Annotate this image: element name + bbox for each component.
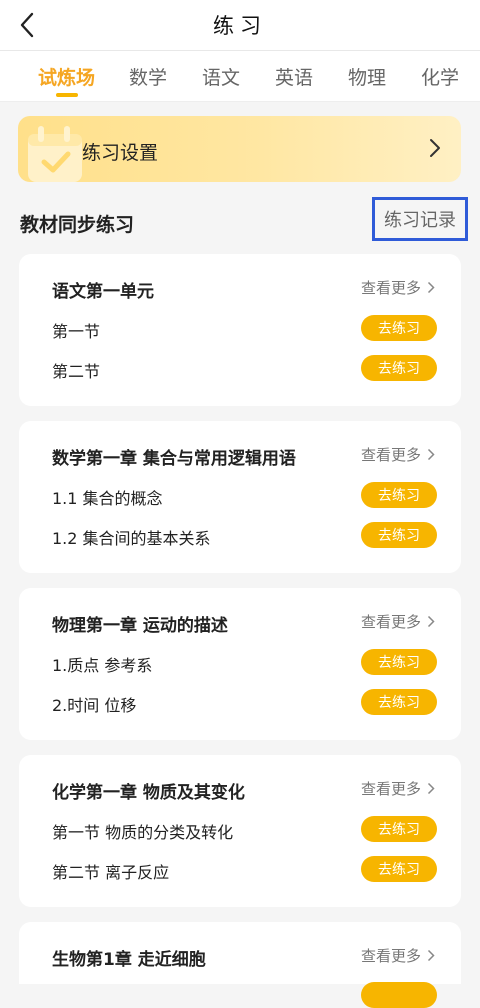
section-title: 教材同步练习 xyxy=(20,214,135,236)
chevron-right-icon xyxy=(427,281,435,294)
lesson-label: 1.1 集合的概念 xyxy=(52,489,163,508)
card-title: 化学第一章 物质及其变化 xyxy=(52,783,245,803)
practice-button[interactable]: 去练习 xyxy=(361,315,437,341)
chapter-card: 化学第一章 物质及其变化 查看更多 第一节 物质的分类及转化 去练习 第二节 离… xyxy=(19,755,461,907)
card-title: 物理第一章 运动的描述 xyxy=(52,616,228,636)
view-more-button[interactable]: 查看更多 xyxy=(361,277,435,298)
view-more-label: 查看更多 xyxy=(360,947,421,965)
tab-english[interactable]: 英语 xyxy=(275,63,313,90)
practice-button[interactable]: 去练习 xyxy=(361,482,437,508)
tab-math[interactable]: 数学 xyxy=(129,63,167,90)
chevron-right-icon xyxy=(427,448,435,461)
tab-chinese[interactable]: 语文 xyxy=(202,63,240,90)
tabs-divider xyxy=(0,101,480,102)
chapter-card: 生物第1章 走近细胞 查看更多 xyxy=(19,922,461,1008)
chapter-card: 物理第一章 运动的描述 查看更多 1.质点 参考系 去练习 2.时间 位移 去练… xyxy=(19,588,461,740)
practice-button[interactable]: 去练习 xyxy=(361,816,437,842)
practice-settings-banner[interactable]: 练习设置 xyxy=(18,116,461,182)
lesson-label: 第一节 物质的分类及转化 xyxy=(52,823,234,842)
card-title: 生物第1章 走近细胞 xyxy=(52,950,206,970)
tab-chemistry[interactable]: 化学 xyxy=(421,63,459,90)
practice-button[interactable]: 去练习 xyxy=(361,355,437,381)
chevron-right-icon xyxy=(427,949,435,962)
chapter-card: 数学第一章 集合与常用逻辑用语 查看更多 1.1 集合的概念 去练习 1.2 集… xyxy=(19,421,461,573)
practice-button[interactable] xyxy=(361,982,437,1008)
view-more-label: 查看更多 xyxy=(360,613,421,631)
practice-button[interactable]: 去练习 xyxy=(361,649,437,675)
practice-button[interactable]: 去练习 xyxy=(361,856,437,882)
chevron-right-icon xyxy=(430,139,440,157)
tab-physics[interactable]: 物理 xyxy=(348,63,386,90)
card-title: 语文第一单元 xyxy=(52,282,154,302)
view-more-button[interactable]: 查看更多 xyxy=(361,611,435,632)
view-more-label: 查看更多 xyxy=(360,780,421,798)
practice-button[interactable]: 去练习 xyxy=(361,522,437,548)
view-more-label: 查看更多 xyxy=(360,446,421,464)
lesson-label: 第一节 xyxy=(52,322,101,341)
card-title: 数学第一章 集合与常用逻辑用语 xyxy=(52,449,296,469)
lesson-label: 2.时间 位移 xyxy=(52,696,137,715)
practice-settings-label: 练习设置 xyxy=(82,142,159,164)
chevron-right-icon xyxy=(427,782,435,795)
lesson-label: 1.2 集合间的基本关系 xyxy=(52,529,211,548)
view-more-button[interactable]: 查看更多 xyxy=(361,778,435,799)
chevron-right-icon xyxy=(427,615,435,628)
lesson-label: 1.质点 参考系 xyxy=(52,656,153,675)
page-title: 练习 xyxy=(213,14,267,38)
tab-trial-field[interactable]: 试炼场 xyxy=(38,63,95,90)
view-more-button[interactable]: 查看更多 xyxy=(361,945,435,966)
view-more-button[interactable]: 查看更多 xyxy=(361,444,435,465)
practice-button[interactable]: 去练习 xyxy=(361,689,437,715)
top-bar: 练习 xyxy=(0,0,480,50)
active-tab-indicator xyxy=(56,93,78,97)
view-more-label: 查看更多 xyxy=(360,279,421,297)
lesson-label: 第二节 xyxy=(52,362,101,381)
practice-record-link[interactable]: 练习记录 xyxy=(372,197,468,241)
lesson-label: 第二节 离子反应 xyxy=(52,863,170,882)
chapter-card: 语文第一单元 查看更多 第一节 去练习 第二节 去练习 xyxy=(19,254,461,406)
